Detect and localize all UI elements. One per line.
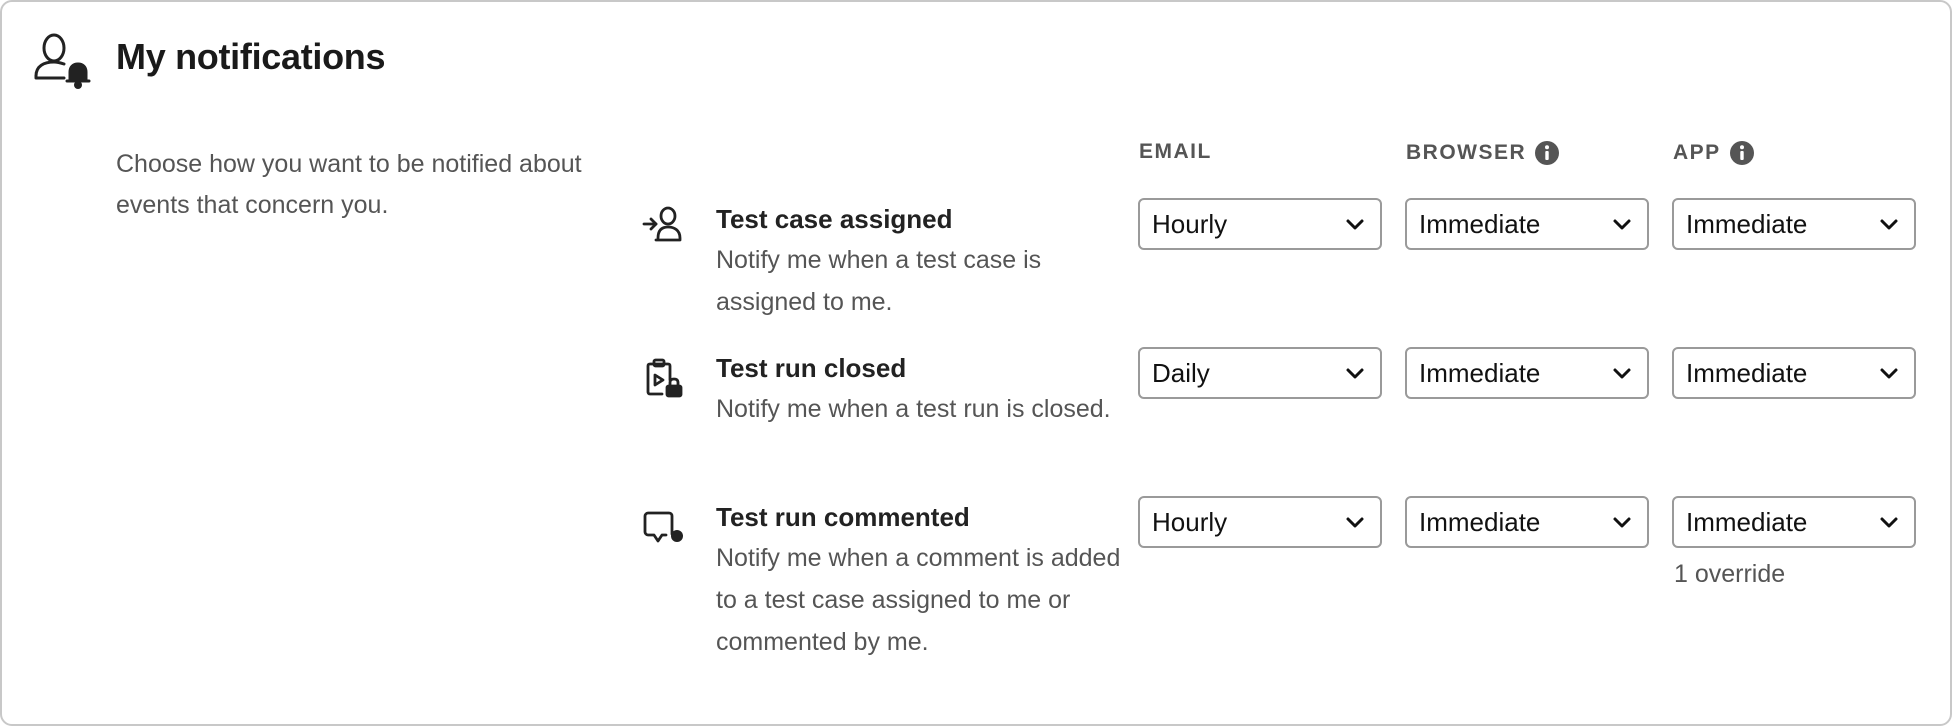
app-frequency-select[interactable]: Immediate xyxy=(1672,347,1916,399)
event-title: Test run closed xyxy=(716,353,907,383)
select-value: Immediate xyxy=(1686,506,1808,537)
browser-frequency-select[interactable]: Immediate xyxy=(1405,198,1649,250)
select-value: Immediate xyxy=(1419,506,1541,537)
chevron-down-icon xyxy=(1346,219,1364,230)
column-header-browser: BROWSER xyxy=(1406,140,1560,166)
select-value: Immediate xyxy=(1686,208,1808,239)
select-value: Immediate xyxy=(1419,208,1541,239)
select-value: Immediate xyxy=(1419,357,1541,388)
select-value: Hourly xyxy=(1152,506,1228,537)
page-title: My notifications xyxy=(116,36,386,77)
chevron-down-icon xyxy=(1880,517,1898,528)
event-title: Test case assigned xyxy=(716,204,953,234)
select-value: Daily xyxy=(1152,357,1210,388)
info-icon[interactable] xyxy=(1729,140,1755,166)
email-frequency-select[interactable]: Hourly xyxy=(1138,496,1382,548)
chevron-down-icon xyxy=(1613,219,1631,230)
clipboard-lock-icon xyxy=(646,358,683,398)
email-frequency-select[interactable]: Daily xyxy=(1138,347,1382,399)
chevron-down-icon xyxy=(1346,517,1364,528)
column-label-email: EMAIL xyxy=(1139,140,1212,163)
app-frequency-select[interactable]: Immediate xyxy=(1672,198,1916,250)
comment-dot-icon xyxy=(643,511,683,543)
info-icon[interactable] xyxy=(1534,140,1560,166)
column-header-app: APP xyxy=(1673,140,1755,166)
email-frequency-select[interactable]: Hourly xyxy=(1138,198,1382,250)
column-label-app: APP xyxy=(1673,141,1721,164)
event-description: Notify me when a test case is assigned t… xyxy=(716,246,1042,316)
column-label-browser: BROWSER xyxy=(1406,141,1527,164)
chevron-down-icon xyxy=(1880,219,1898,230)
chevron-down-icon xyxy=(1613,368,1631,379)
notifications-card: My notifications Choose how you want to … xyxy=(0,0,1952,726)
user-bell-icon xyxy=(34,33,91,89)
chevron-down-icon xyxy=(1346,368,1364,379)
event-description: Notify me when a comment is added to a t… xyxy=(716,544,1121,656)
select-value: Hourly xyxy=(1152,208,1228,239)
column-header-email: EMAIL xyxy=(1139,140,1212,164)
user-assign-icon xyxy=(642,206,682,242)
override-note[interactable]: 1 override xyxy=(1674,560,1785,589)
chevron-down-icon xyxy=(1613,517,1631,528)
event-title: Test run commented xyxy=(716,502,970,532)
select-value: Immediate xyxy=(1686,357,1808,388)
app-frequency-select[interactable]: Immediate xyxy=(1672,496,1916,548)
browser-frequency-select[interactable]: Immediate xyxy=(1405,496,1649,548)
browser-frequency-select[interactable]: Immediate xyxy=(1405,347,1649,399)
chevron-down-icon xyxy=(1880,368,1898,379)
intro-text: Choose how you want to be notified about… xyxy=(116,150,582,219)
event-description: Notify me when a test run is closed. xyxy=(716,395,1111,423)
